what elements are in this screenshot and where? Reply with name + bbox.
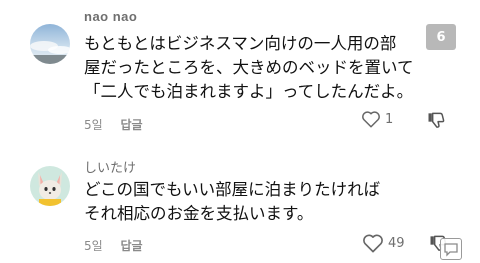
chat-bubble-icon — [444, 243, 458, 257]
avatar-fox-image — [30, 166, 70, 206]
comment-line: どこの国でもいい部屋に泊まりたければ — [84, 180, 381, 199]
comment-line: 「二人でも泊まれますよ」ってしたんだよ。 — [84, 82, 414, 101]
like-count: 49 — [388, 235, 405, 251]
comment-meta: 5일 답글 — [84, 116, 143, 133]
reply-button[interactable]: 답글 — [121, 239, 143, 253]
comment-item: しいたけ どこの国でもいい部屋に泊まりたければ それ相応のお金を支払います。 5… — [0, 152, 480, 263]
comment-time: 5일 — [84, 239, 103, 253]
heart-icon — [363, 234, 383, 253]
floating-chat-button[interactable] — [440, 238, 462, 260]
comment-time: 5일 — [84, 118, 103, 132]
thumbs-down-icon — [428, 112, 445, 128]
comment-meta: 5일 답글 — [84, 237, 143, 254]
comment-body: どこの国でもいい部屋に泊まりたければ それ相応のお金を支払います。 — [84, 178, 380, 226]
like-count: 1 — [385, 111, 394, 127]
avatar[interactable] — [30, 24, 70, 64]
comment-author[interactable]: nao nao — [84, 9, 137, 24]
heart-icon — [362, 111, 380, 128]
comment-item: nao nao もともとはビジネスマン向けの一人用の部 屋だったところを、大きめ… — [0, 0, 480, 140]
comment-line: それ相応のお金を支払います。 — [84, 204, 314, 223]
like-button[interactable]: 1 — [361, 110, 393, 128]
comment-line: もともとはビジネスマン向けの一人用の部 — [84, 34, 397, 53]
reply-count-badge[interactable]: 6 — [426, 24, 456, 50]
dislike-button[interactable] — [426, 110, 446, 134]
comment-line: 屋だったところを、大きめのベッドを置いて — [84, 58, 414, 77]
comment-body: もともとはビジネスマン向けの一人用の部 屋だったところを、大きめのベッドを置いて… — [84, 32, 414, 104]
avatar-sky-image — [30, 24, 70, 64]
reply-button[interactable]: 답글 — [121, 118, 143, 132]
comment-author[interactable]: しいたけ — [84, 157, 136, 176]
avatar[interactable] — [30, 166, 70, 206]
like-button[interactable]: 49 — [362, 233, 405, 253]
